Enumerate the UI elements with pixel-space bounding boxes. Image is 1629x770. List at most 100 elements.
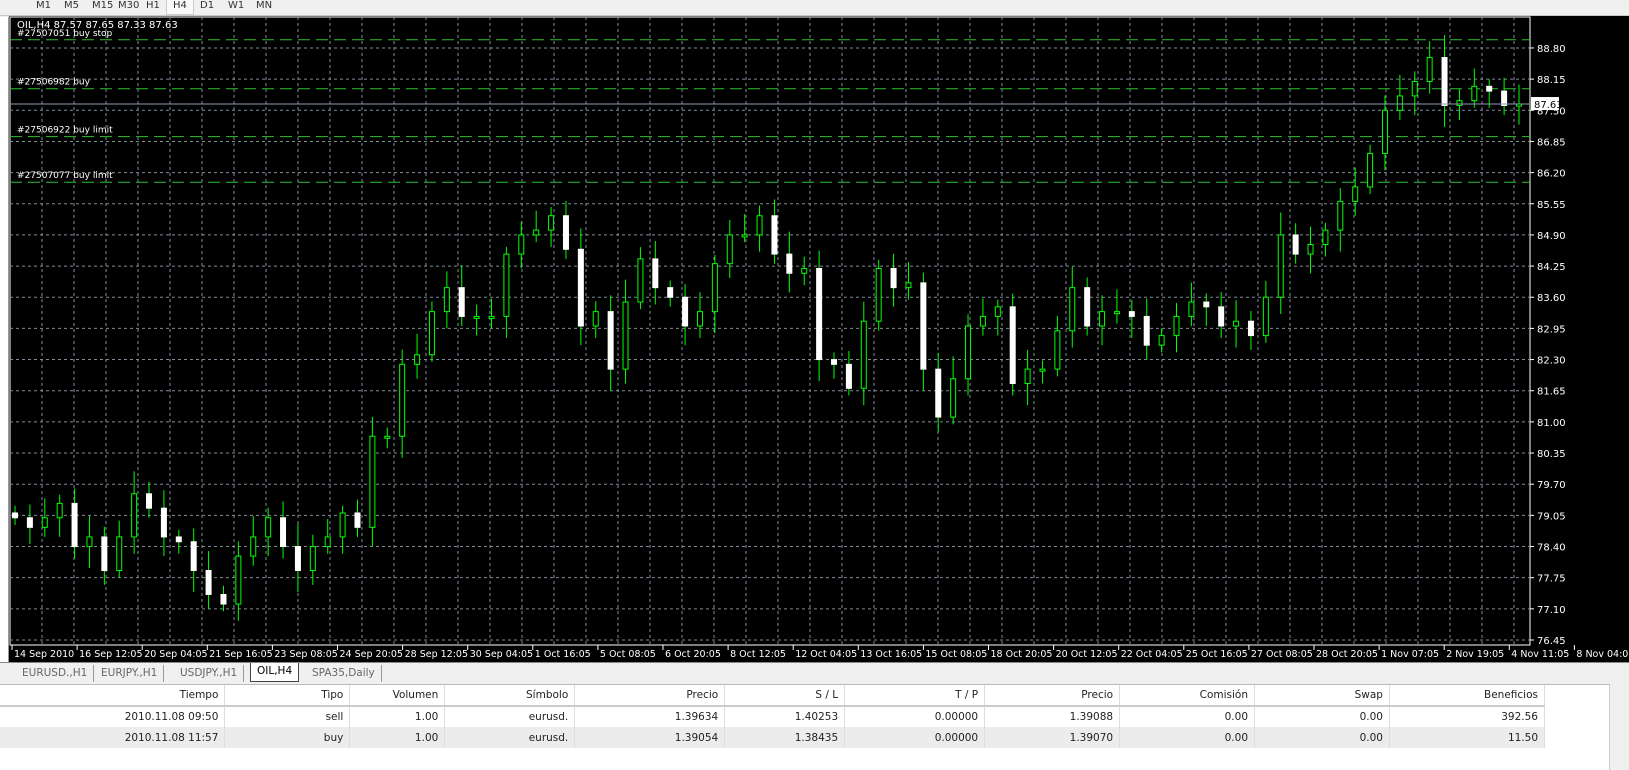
candle-body-bull [56, 502, 63, 519]
candle-body-bull [1381, 109, 1388, 154]
candle-body-bull [592, 311, 599, 327]
candle [756, 205, 763, 252]
candle [1054, 315, 1061, 377]
timeframe-w1[interactable]: W1 [222, 0, 250, 15]
candle-body-bull [503, 253, 510, 317]
candle-body-bull [1396, 95, 1403, 111]
candle [294, 524, 301, 593]
column-header[interactable]: Tipo [224, 685, 351, 707]
candle-body-bear [354, 512, 361, 528]
x-tick-label: 25 Oct 16:05 [1186, 649, 1248, 660]
column-header[interactable]: Precio [574, 685, 726, 707]
x-tick-label: 1 Nov 07:05 [1381, 649, 1439, 660]
candle [1337, 188, 1344, 252]
timeframe-d1[interactable]: D1 [194, 0, 220, 15]
candle-body-bull [131, 493, 138, 538]
candle [994, 299, 1001, 336]
timeframe-m1[interactable]: M1 [30, 0, 57, 15]
order-label: #27507077 buy limit [17, 171, 113, 181]
candle-body-bull [1099, 311, 1106, 327]
chart-tab[interactable]: OIL,H4 [250, 663, 300, 682]
y-tick-label: 79.05 [1537, 511, 1566, 522]
x-tick-label: 30 Sep 04:05 [470, 649, 533, 660]
candle-body-bull [548, 215, 555, 231]
table-cell: 0.00000 [844, 727, 986, 748]
candle [205, 551, 212, 609]
candle-body-bear [920, 282, 927, 370]
column-header[interactable]: T / P [844, 685, 986, 707]
candle [1069, 266, 1076, 348]
candle [146, 482, 153, 518]
chart-tab[interactable]: SPA35,Daily [306, 665, 382, 682]
table-scrollbar[interactable] [1609, 684, 1629, 770]
column-header[interactable]: Swap [1254, 685, 1390, 707]
candle-body-bull [369, 435, 376, 528]
chart-tab[interactable]: USDJPY.,H1 [174, 665, 245, 682]
timeframe-h4[interactable]: H4 [166, 0, 194, 15]
candle-body-bear [280, 517, 287, 548]
candle-body-bull [1233, 320, 1240, 327]
column-header[interactable]: S / L [724, 685, 846, 707]
candle-body-bear [831, 359, 838, 365]
table-row[interactable]: 2010.11.08 09:50 sell 1.00 eurusd. 1.39634 1.… [0, 706, 1546, 727]
candle-body-bull [473, 315, 480, 319]
y-tick-label: 84.25 [1537, 262, 1566, 273]
x-tick-label: 4 Nov 11:05 [1511, 649, 1569, 660]
x-tick-label: 18 Oct 20:05 [991, 649, 1053, 660]
candle-body-bull [339, 512, 346, 538]
chart-tab[interactable]: EURUSD.,H1 [16, 665, 95, 682]
candle [1426, 41, 1433, 94]
table-row[interactable]: 2010.11.08 11:57 buy 1.00 eurusd. 1.39054 1.3… [0, 727, 1546, 748]
navigator-panel-edge [0, 17, 9, 662]
candle-body-bull [414, 354, 421, 365]
candle-body-bull [488, 315, 495, 319]
column-header[interactable]: Símbolo [444, 685, 576, 707]
candle-body-bull [622, 301, 629, 370]
y-tick-label: 88.80 [1537, 44, 1566, 55]
candle [1247, 310, 1254, 350]
table-cell: 11.50 [1389, 727, 1546, 748]
candle [1113, 289, 1120, 324]
candle-body-bull [384, 435, 391, 439]
column-header[interactable]: Volumen [349, 685, 446, 707]
candle [1352, 167, 1359, 216]
y-tick-label: 80.35 [1537, 449, 1566, 460]
candle [56, 494, 63, 537]
current-price-label: 87.63 [1534, 100, 1563, 111]
candle-body-bear [146, 493, 153, 509]
column-header[interactable]: Beneficios [1389, 685, 1546, 707]
chart-tab[interactable]: EURJPY.,H1 [95, 665, 165, 682]
candle [562, 200, 569, 259]
candle [637, 247, 644, 310]
candle [354, 499, 361, 537]
column-header[interactable]: Precio [984, 685, 1121, 707]
candle [1471, 68, 1478, 108]
candle [682, 283, 689, 346]
chart-canvas[interactable]: 88.8088.1587.5086.8586.2085.5584.9084.25… [9, 16, 1629, 662]
column-header[interactable]: Tiempo [0, 685, 226, 707]
candle-body-bear [652, 258, 659, 289]
candle-body-bear [1486, 85, 1493, 92]
candle [577, 228, 584, 346]
candle [1143, 298, 1150, 360]
y-tick-label: 85.55 [1537, 200, 1566, 211]
candle-body-bull [637, 258, 644, 303]
column-header[interactable]: Comisión [1119, 685, 1256, 707]
table-cell: buy [224, 727, 351, 748]
candle-body-bull [518, 234, 525, 255]
timeframe-mn[interactable]: MN [250, 0, 278, 15]
candle [41, 498, 48, 537]
candle [1039, 360, 1046, 384]
candle [786, 231, 793, 293]
candle-body-bull [1337, 200, 1344, 231]
candle-body-bull [1173, 315, 1180, 337]
price-chart[interactable]: 88.80 88.15 87.50 86.85 86.20 85.55 84.90 84.25… [9, 16, 1629, 662]
timeframe-h1[interactable]: H1 [140, 0, 166, 15]
candle-body-bull [533, 229, 540, 236]
timeframe-m5[interactable]: M5 [58, 0, 85, 15]
x-tick-label: 6 Oct 20:05 [665, 649, 721, 660]
x-tick-label: 24 Sep 20:05 [340, 649, 403, 660]
candle-body-bull [994, 306, 1001, 317]
candle [890, 253, 897, 307]
candle-body-bear [71, 502, 78, 548]
